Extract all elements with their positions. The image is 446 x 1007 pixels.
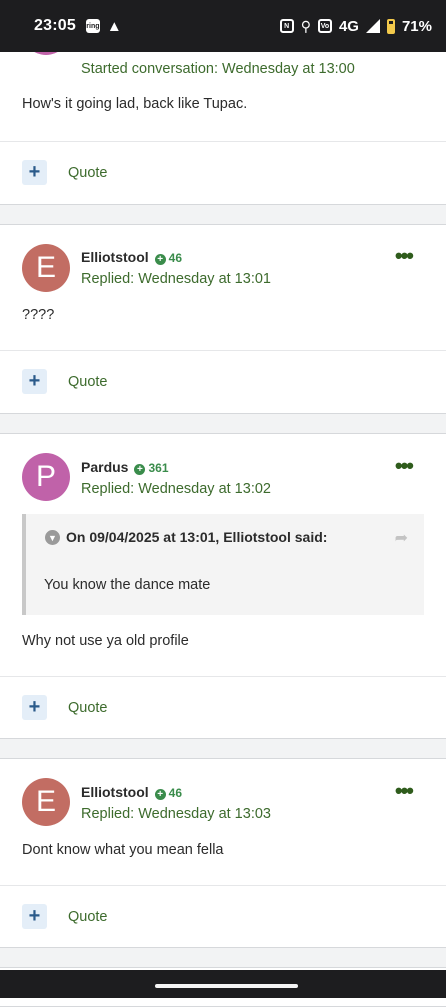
reputation-count: 361 — [148, 461, 169, 475]
divider — [0, 676, 446, 677]
signal-icon — [365, 19, 380, 33]
post-card: E Elliotstool +46 ••• Replied: Wednesday … — [0, 758, 446, 948]
multiquote-button[interactable]: + — [22, 369, 47, 394]
quote-button[interactable]: Quote — [68, 165, 108, 181]
reputation-badge: +46 — [154, 251, 183, 265]
ring-app-icon: ring — [85, 19, 100, 33]
divider — [0, 885, 446, 886]
post-body: Dont know what you mean fella — [22, 842, 224, 858]
arch-app-icon: ▲ — [106, 17, 122, 35]
avatar-letter: E — [35, 251, 56, 284]
status-time: 23:05 — [34, 17, 76, 34]
reputation-badge: +46 — [154, 786, 183, 800]
post-body: ???? — [22, 307, 55, 323]
divider — [0, 141, 446, 142]
navigation-bar — [0, 970, 446, 998]
multiquote-button[interactable]: + — [22, 160, 47, 185]
post-body: Why not use ya old profile — [22, 633, 189, 649]
multiquote-button[interactable]: + — [22, 904, 47, 929]
post-menu-button[interactable]: ••• — [395, 245, 414, 267]
post-meta[interactable]: Replied: Wednesday at 13:03 — [81, 806, 271, 822]
post-card: P Pardus +361 ••• Replied: Wednesday at 1… — [0, 433, 446, 739]
home-gesture-handle[interactable] — [155, 984, 298, 988]
collapse-toggle-icon[interactable]: ▼ — [45, 530, 60, 545]
post-menu-button[interactable]: ••• — [395, 780, 414, 802]
divider — [0, 350, 446, 351]
nfc-icon: N — [279, 19, 294, 33]
avatar-letter: E — [35, 785, 56, 818]
post-meta[interactable]: Replied: Wednesday at 13:02 — [81, 481, 271, 497]
network-type: 4G — [338, 17, 359, 35]
volte-icon: Vo — [317, 19, 332, 33]
battery-icon — [386, 18, 395, 34]
quoted-post: ▼ On 09/04/2025 at 13:01, Elliotstool sa… — [22, 514, 424, 615]
plus-icon: + — [154, 254, 166, 265]
post-body: How's it going lad, back like Tupac. — [22, 96, 248, 112]
quote-attribution[interactable]: On 09/04/2025 at 13:01, Elliotstool said… — [66, 529, 327, 545]
plus-icon: + — [134, 464, 146, 475]
multiquote-button[interactable]: + — [22, 695, 47, 720]
status-bar: 23:05 ring ▲ N ⚲ Vo 4G 71% — [0, 0, 446, 52]
avatar[interactable]: E — [22, 244, 70, 292]
post-meta[interactable]: Started conversation: Wednesday at 13:00 — [81, 61, 355, 77]
quote-button[interactable]: Quote — [68, 700, 108, 716]
avatar-letter: P — [35, 460, 56, 493]
username[interactable]: Elliotstool — [81, 784, 149, 800]
reputation-badge: +361 — [134, 461, 169, 475]
post-card: E Elliotstool +46 ••• Replied: Wednesday … — [0, 224, 446, 414]
plus-icon: + — [154, 789, 166, 800]
quote-button[interactable]: Quote — [68, 374, 108, 390]
key-icon: ⚲ — [300, 17, 311, 34]
post-menu-button[interactable]: ••• — [395, 455, 414, 477]
quote-text: You know the dance mate — [44, 577, 211, 593]
username[interactable]: Elliotstool — [81, 249, 149, 265]
battery-level: 71% — [401, 17, 432, 35]
post-author[interactable]: Pardus +361 — [81, 459, 169, 475]
quote-button[interactable]: Quote — [68, 909, 108, 925]
post-author[interactable]: Elliotstool +46 — [81, 249, 182, 265]
reputation-count: 46 — [168, 251, 183, 265]
post-meta[interactable]: Replied: Wednesday at 13:01 — [81, 271, 271, 287]
reputation-count: 46 — [168, 786, 183, 800]
username[interactable]: Pardus — [81, 459, 128, 475]
post-author[interactable]: Elliotstool +46 — [81, 784, 182, 800]
go-to-post-icon[interactable]: ➦ — [395, 528, 408, 548]
avatar[interactable]: P — [22, 453, 70, 501]
avatar[interactable]: E — [22, 778, 70, 826]
